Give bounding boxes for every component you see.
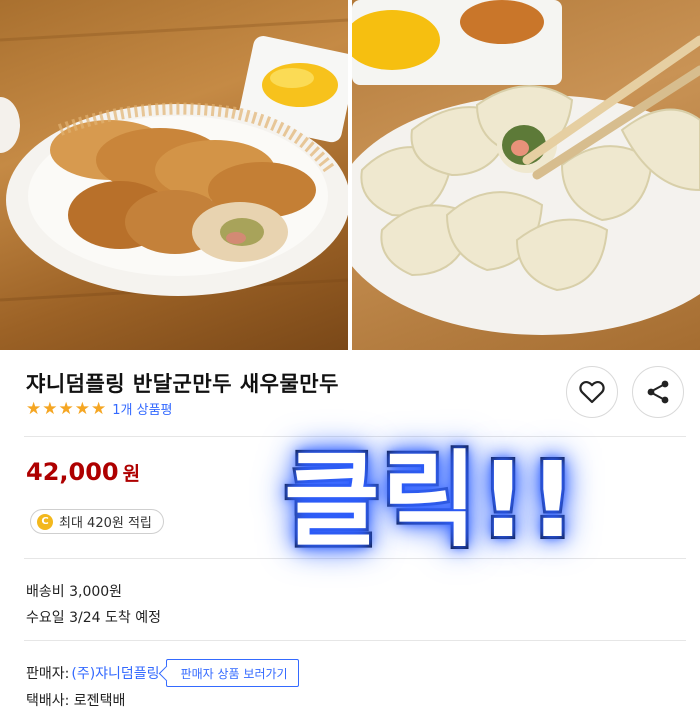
star-icon: ★: [91, 398, 107, 419]
star-rating: ★ ★ ★ ★ ★: [26, 400, 106, 418]
product-title: 쟈니덤플링 반달군만두 새우물만두: [26, 372, 339, 396]
share-button[interactable]: [632, 366, 684, 418]
star-icon: ★: [74, 398, 90, 419]
overlay-caption: 클릭!!: [281, 439, 579, 561]
reward-text: 최대 420원 적립: [59, 516, 152, 531]
fried-dumplings-photo[interactable]: [0, 0, 348, 350]
star-icon: ★: [42, 398, 58, 419]
review-count-link[interactable]: 1개 상품평: [112, 399, 172, 418]
shrimp-dumplings-photo[interactable]: [352, 0, 700, 350]
seller-label: 판매자:: [26, 666, 70, 682]
view-seller-products-button[interactable]: 판매자 상품 보러가기: [165, 659, 299, 687]
star-icon: ★: [58, 398, 74, 419]
seller-name-link[interactable]: (주)쟈니덤플링: [71, 663, 159, 683]
favorite-button[interactable]: [566, 366, 618, 418]
shipping-fee: 배송비 3,000원: [26, 584, 123, 600]
arrival-date: 수요일 3/24 도착 예정: [26, 610, 161, 626]
share-icon: [647, 380, 669, 404]
price-value: 42,000: [26, 458, 119, 486]
reward-badge: C 최대 420원 적립: [30, 509, 164, 534]
courier-info: 택배사: 로젠택배: [26, 693, 126, 709]
heart-icon: [579, 380, 605, 404]
divider: [24, 640, 686, 641]
seller-info: 판매자: (주)쟈니덤플링 판매자 상품 보러가기: [26, 659, 299, 687]
rating-summary[interactable]: ★ ★ ★ ★ ★ 1개 상품평: [26, 399, 173, 419]
price: 42,000 원: [26, 458, 140, 486]
coin-icon: C: [37, 513, 53, 530]
price-unit: 원: [122, 463, 141, 485]
product-photos: [0, 0, 700, 350]
star-icon: ★: [26, 398, 42, 419]
divider: [24, 436, 686, 437]
